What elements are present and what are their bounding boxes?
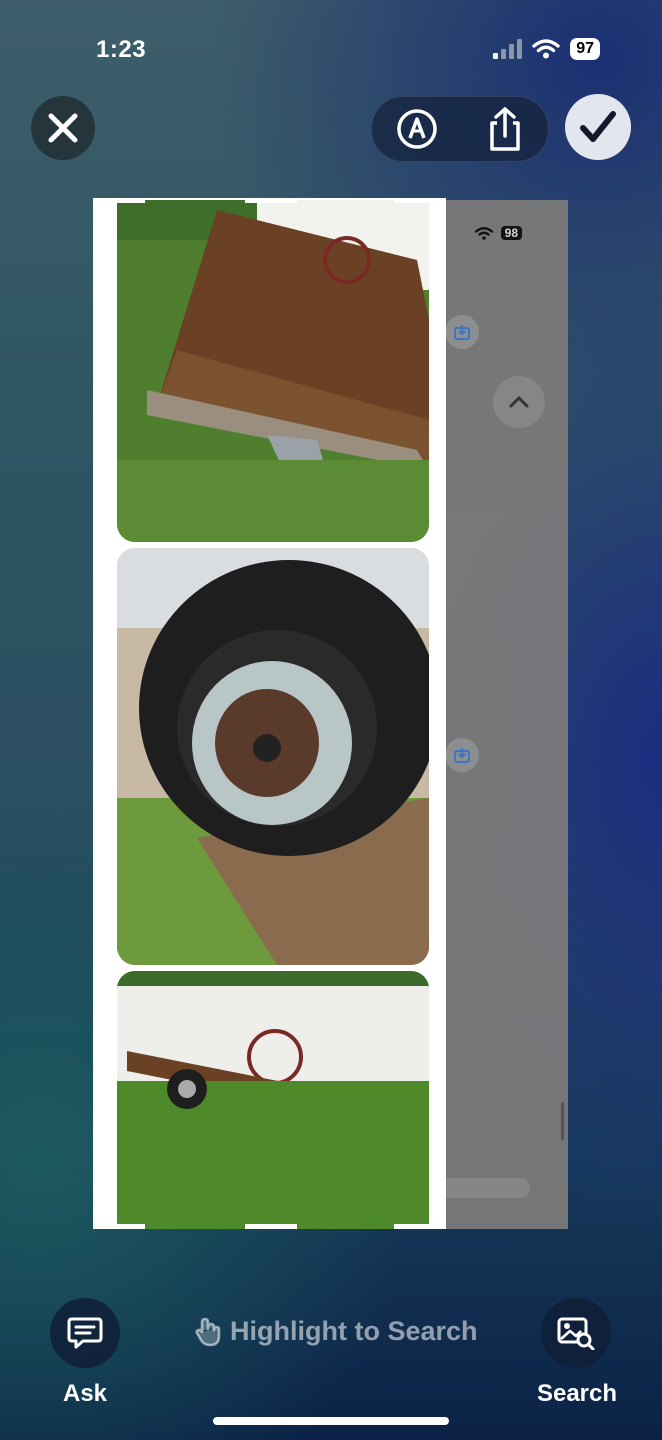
highlight-to-search-hint: Highlight to Search bbox=[194, 1316, 478, 1347]
highlight-hint-text: Highlight to Search bbox=[230, 1316, 478, 1346]
markup-pen-icon bbox=[397, 109, 437, 149]
crop-handle-left[interactable] bbox=[93, 690, 98, 742]
background-battery: 98 bbox=[500, 226, 522, 240]
background-status-bar: 98 bbox=[474, 226, 522, 240]
crop-handle-right[interactable] bbox=[441, 690, 446, 742]
crop-handle-top-right[interactable] bbox=[394, 198, 446, 203]
wifi-icon bbox=[474, 226, 493, 240]
save-image-icon bbox=[445, 315, 479, 349]
image-search-icon bbox=[557, 1317, 595, 1350]
share-icon bbox=[490, 107, 520, 151]
close-button[interactable] bbox=[31, 96, 95, 160]
ask-label: Ask bbox=[62, 1380, 108, 1407]
markup-share-group bbox=[371, 96, 549, 162]
checkmark-icon bbox=[580, 111, 616, 142]
status-time: 1:23 bbox=[96, 36, 147, 63]
crop-handle-bottom[interactable] bbox=[245, 1224, 297, 1229]
cellular-signal-icon bbox=[493, 39, 523, 59]
crop-handle-top[interactable] bbox=[245, 198, 297, 203]
markup-button[interactable] bbox=[395, 107, 439, 151]
crop-handle-bottom-right[interactable] bbox=[394, 1224, 446, 1229]
trailer-bed-photo bbox=[117, 200, 429, 542]
search-button[interactable] bbox=[541, 1298, 611, 1368]
wifi-icon bbox=[532, 39, 560, 59]
trailer-side-photo bbox=[117, 971, 429, 1229]
battery-indicator: 97 bbox=[570, 38, 600, 60]
done-button[interactable] bbox=[565, 94, 631, 160]
save-image-icon bbox=[445, 738, 479, 772]
ask-button[interactable] bbox=[50, 1298, 120, 1368]
crop-handle-top-left[interactable] bbox=[93, 198, 145, 203]
home-indicator[interactable] bbox=[213, 1417, 449, 1425]
trailer-tire-photo bbox=[117, 548, 429, 965]
selection-region[interactable] bbox=[93, 198, 446, 1229]
chevron-up-icon bbox=[493, 376, 545, 428]
close-icon bbox=[48, 113, 78, 143]
scroll-indicator bbox=[561, 1102, 564, 1140]
crop-handle-bottom-left[interactable] bbox=[93, 1224, 145, 1229]
status-icons: 97 bbox=[492, 38, 600, 60]
search-label: Search bbox=[536, 1380, 618, 1407]
chat-bubble-icon bbox=[67, 1317, 103, 1349]
hand-gesture-icon bbox=[195, 1317, 221, 1346]
share-button[interactable] bbox=[485, 106, 525, 152]
